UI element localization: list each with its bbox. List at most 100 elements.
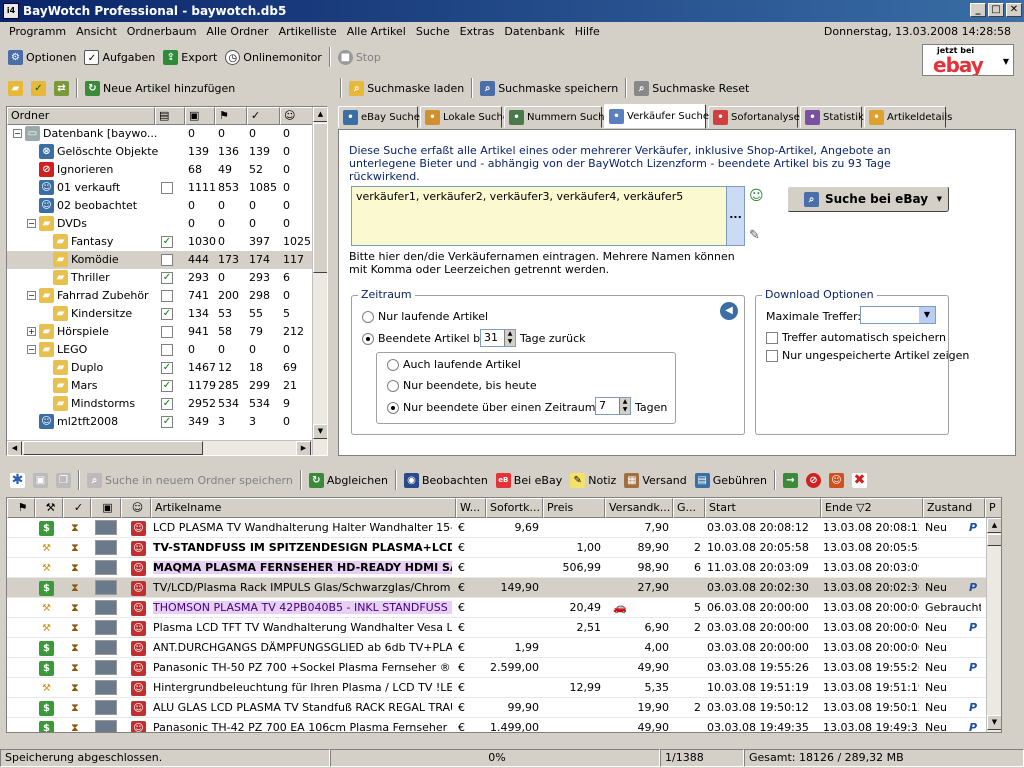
eraser-icon[interactable]: ✎: [749, 228, 765, 244]
table-row[interactable]: $ ⧗ ☺ LCD PLASMA TV Wandhalterung Halter Wa…: [7, 518, 987, 538]
thumbnail-image[interactable]: [95, 660, 117, 675]
tree-row-checkbox[interactable]: [161, 344, 173, 356]
tree-row-checkbox[interactable]: ✓: [161, 308, 173, 320]
menu-item-4[interactable]: Artikelliste: [274, 25, 342, 38]
more-button[interactable]: ...: [726, 187, 744, 245]
scroll-down-icon[interactable]: ▼: [987, 715, 1001, 730]
table-row[interactable]: $ ⧗ ☺ ANT.DURCHGANGS DÄMPFUNGSGLIED ab 6db …: [7, 638, 987, 658]
block-user-button[interactable]: ☺: [825, 472, 848, 488]
optionen-button[interactable]: ⚙ Optionen: [4, 49, 80, 65]
folder-button[interactable]: ▰: [4, 80, 27, 96]
max-treffer-select[interactable]: ▼: [860, 306, 936, 324]
tree-row[interactable]: + ▰ Hörspiele 941 58 79 212: [7, 323, 313, 341]
suchmaske-laden-button[interactable]: ⌕ Suchmaske laden: [345, 80, 468, 96]
seller-names-input[interactable]: verkäufer1, verkäufer2, verkäufer3, verk…: [351, 186, 745, 246]
tree-row[interactable]: ☺ 01 verkauft 1111 853 1085 0: [7, 179, 313, 197]
suchmaske-reset-button[interactable]: ⌕ Suchmaske Reset: [630, 80, 753, 96]
nur-ungespeichert-checkbox[interactable]: [766, 350, 778, 362]
tree-row[interactable]: ⊘ Ignorieren 68 49 52 0: [7, 161, 313, 179]
tree-row[interactable]: ▰ Fantasy ✓ 1030 0 397 1025: [7, 233, 313, 251]
tab-1[interactable]: • Lokale Suche: [420, 106, 509, 128]
table-row[interactable]: $ ⧗ ☺ TV/LCD/Plasma Rack IMPULS Glas/Schwar…: [7, 578, 987, 598]
tree-header-save-icon[interactable]: ▣: [185, 107, 215, 125]
grid-header-paypal-icon[interactable]: P: [985, 498, 1001, 518]
zeitraum-stepper[interactable]: 7 ▲ ▼: [595, 397, 631, 415]
tree-row[interactable]: ▰ Duplo ✓ 1467 12 18 69: [7, 359, 313, 377]
nur-beendete-heute-radio[interactable]: [387, 380, 399, 392]
auch-laufende-radio[interactable]: [387, 359, 399, 371]
delete-button[interactable]: ✖: [848, 472, 871, 488]
tage-stepper[interactable]: 31 ▲ ▼: [480, 329, 516, 347]
tree-row[interactable]: − ▰ DVDs 0 0 0 0: [7, 215, 313, 233]
grid-header-col[interactable]: Artikelname: [151, 498, 456, 518]
menu-item-3[interactable]: Alle Ordner: [201, 25, 273, 38]
tree-row[interactable]: ☺ 02 beobachtet 0 0 0 0: [7, 197, 313, 215]
thumbnail-image[interactable]: [95, 580, 117, 595]
scroll-up-icon[interactable]: ▲: [987, 518, 1001, 533]
scroll-right-icon[interactable]: ▶: [296, 441, 311, 455]
info-icon[interactable]: ◀: [720, 302, 738, 320]
grid-header-col[interactable]: Start: [705, 498, 821, 518]
suche-neu-button[interactable]: ⌕ Suche in neuem Ordner speichern: [83, 472, 297, 488]
menu-item-9[interactable]: Hilfe: [570, 25, 605, 38]
move-button[interactable]: →: [779, 472, 802, 488]
tree-header-auction-icon[interactable]: ⚑: [215, 107, 247, 125]
menu-item-8[interactable]: Datenbank: [499, 25, 569, 38]
tree-row-checkbox[interactable]: ✓: [161, 398, 173, 410]
scroll-down-icon[interactable]: ▼: [313, 424, 327, 439]
tree-row[interactable]: − ▭ Datenbank [baywo... 0 0 0 0: [7, 125, 313, 143]
search-ebay-button[interactable]: ⌕ Suche bei eBay ▼: [787, 186, 949, 212]
nur-laufende-radio[interactable]: [362, 311, 374, 323]
tree-scroll-thumb[interactable]: [313, 123, 327, 273]
scroll-up-icon[interactable]: ▲: [313, 107, 327, 122]
expand-toggle-icon[interactable]: −: [27, 219, 36, 228]
tree-header-count-icon[interactable]: ▤: [155, 107, 185, 125]
thumbnail-image[interactable]: [95, 620, 117, 635]
grid-header-col[interactable]: W...: [456, 498, 486, 518]
table-row[interactable]: ⚒ ⧗ ☺ Plasma LCD TFT TV Wandhalterung Wandh…: [7, 618, 987, 638]
grid-header-col[interactable]: Sofortk...: [486, 498, 543, 518]
menu-item-7[interactable]: Extras: [455, 25, 500, 38]
table-row[interactable]: $ ⧗ ☺ Panasonic TH-50 PZ 700 +Sockel Plasma…: [7, 658, 987, 678]
dropdown-arrow-icon[interactable]: ▼: [937, 195, 942, 203]
nur-beendete-zeitraum-radio[interactable]: [387, 402, 399, 414]
notiz-button[interactable]: ✎ Notiz: [566, 472, 620, 488]
add-user-icon[interactable]: ☺: [749, 188, 765, 204]
tree-row[interactable]: − ▰ Fahrrad Zubehör 741 200 298 0: [7, 287, 313, 305]
grid-scroll-thumb[interactable]: [987, 534, 1001, 546]
tab-6[interactable]: • Artikeldetails: [864, 106, 952, 128]
grid-header-col[interactable]: Ende ▽2: [821, 498, 923, 518]
save-button[interactable]: ▣: [29, 472, 52, 488]
tab-3[interactable]: • Verkäufer Suche: [604, 104, 709, 129]
grid-header-col[interactable]: Versandk...: [605, 498, 673, 518]
table-row[interactable]: ⚒ ⧗ ☺ Hintergrundbeleuchtung für Ihren Plas…: [7, 678, 987, 698]
tree-row-checkbox[interactable]: [161, 254, 173, 266]
abgleichen-button[interactable]: ↻ Abgleichen: [305, 472, 392, 488]
block-button[interactable]: ⊘: [802, 472, 825, 488]
onlinemonitor-button[interactable]: ◷ Onlinemonitor: [221, 49, 326, 65]
expand-toggle-icon[interactable]: −: [27, 291, 36, 300]
thumbnail-image[interactable]: [95, 700, 117, 715]
tree-row[interactable]: − ▰ LEGO 0 0 0 0: [7, 341, 313, 359]
thumbnail-image[interactable]: [95, 720, 117, 732]
table-row[interactable]: ⚒ ⧗ ☺ MAQMA PLASMA FERNSEHER HD-READY HDMI …: [7, 558, 987, 578]
tree-header-check-icon[interactable]: ✓: [247, 107, 280, 125]
stop-button[interactable]: ■ Stop: [334, 49, 385, 65]
ebay-logo-button[interactable]: jetzt bei ebay ▼: [922, 44, 1014, 76]
menu-item-1[interactable]: Ansicht: [71, 25, 122, 38]
tree-row[interactable]: ☺ ml2tft2008 ✓ 349 3 3 0: [7, 413, 313, 431]
auto-speichern-checkbox[interactable]: [766, 332, 778, 344]
thumbnail-image[interactable]: [95, 680, 117, 695]
tree-row[interactable]: ⊗ Gelöschte Objekte 139 136 139 0: [7, 143, 313, 161]
table-row[interactable]: $ ⧗ ☺ ALU GLAS LCD PLASMA TV Standfuß RACK …: [7, 698, 987, 718]
grid-header-col[interactable]: Zustand: [923, 498, 985, 518]
tree-row-checkbox[interactable]: ✓: [161, 380, 173, 392]
menu-item-5[interactable]: Alle Artikel: [342, 25, 411, 38]
tree-row[interactable]: ▰ Kindersitze ✓ 134 53 55 5: [7, 305, 313, 323]
versand-button[interactable]: ▦ Versand: [620, 472, 690, 488]
tree-scrollbar[interactable]: ▲ ▼: [312, 107, 327, 455]
gebuehren-button[interactable]: ▤ Gebühren: [691, 472, 771, 488]
tab-5[interactable]: • Statistik: [800, 106, 864, 128]
grid-header-hammer-icon[interactable]: ⚒: [35, 498, 63, 518]
menu-item-0[interactable]: Programm: [4, 25, 71, 38]
